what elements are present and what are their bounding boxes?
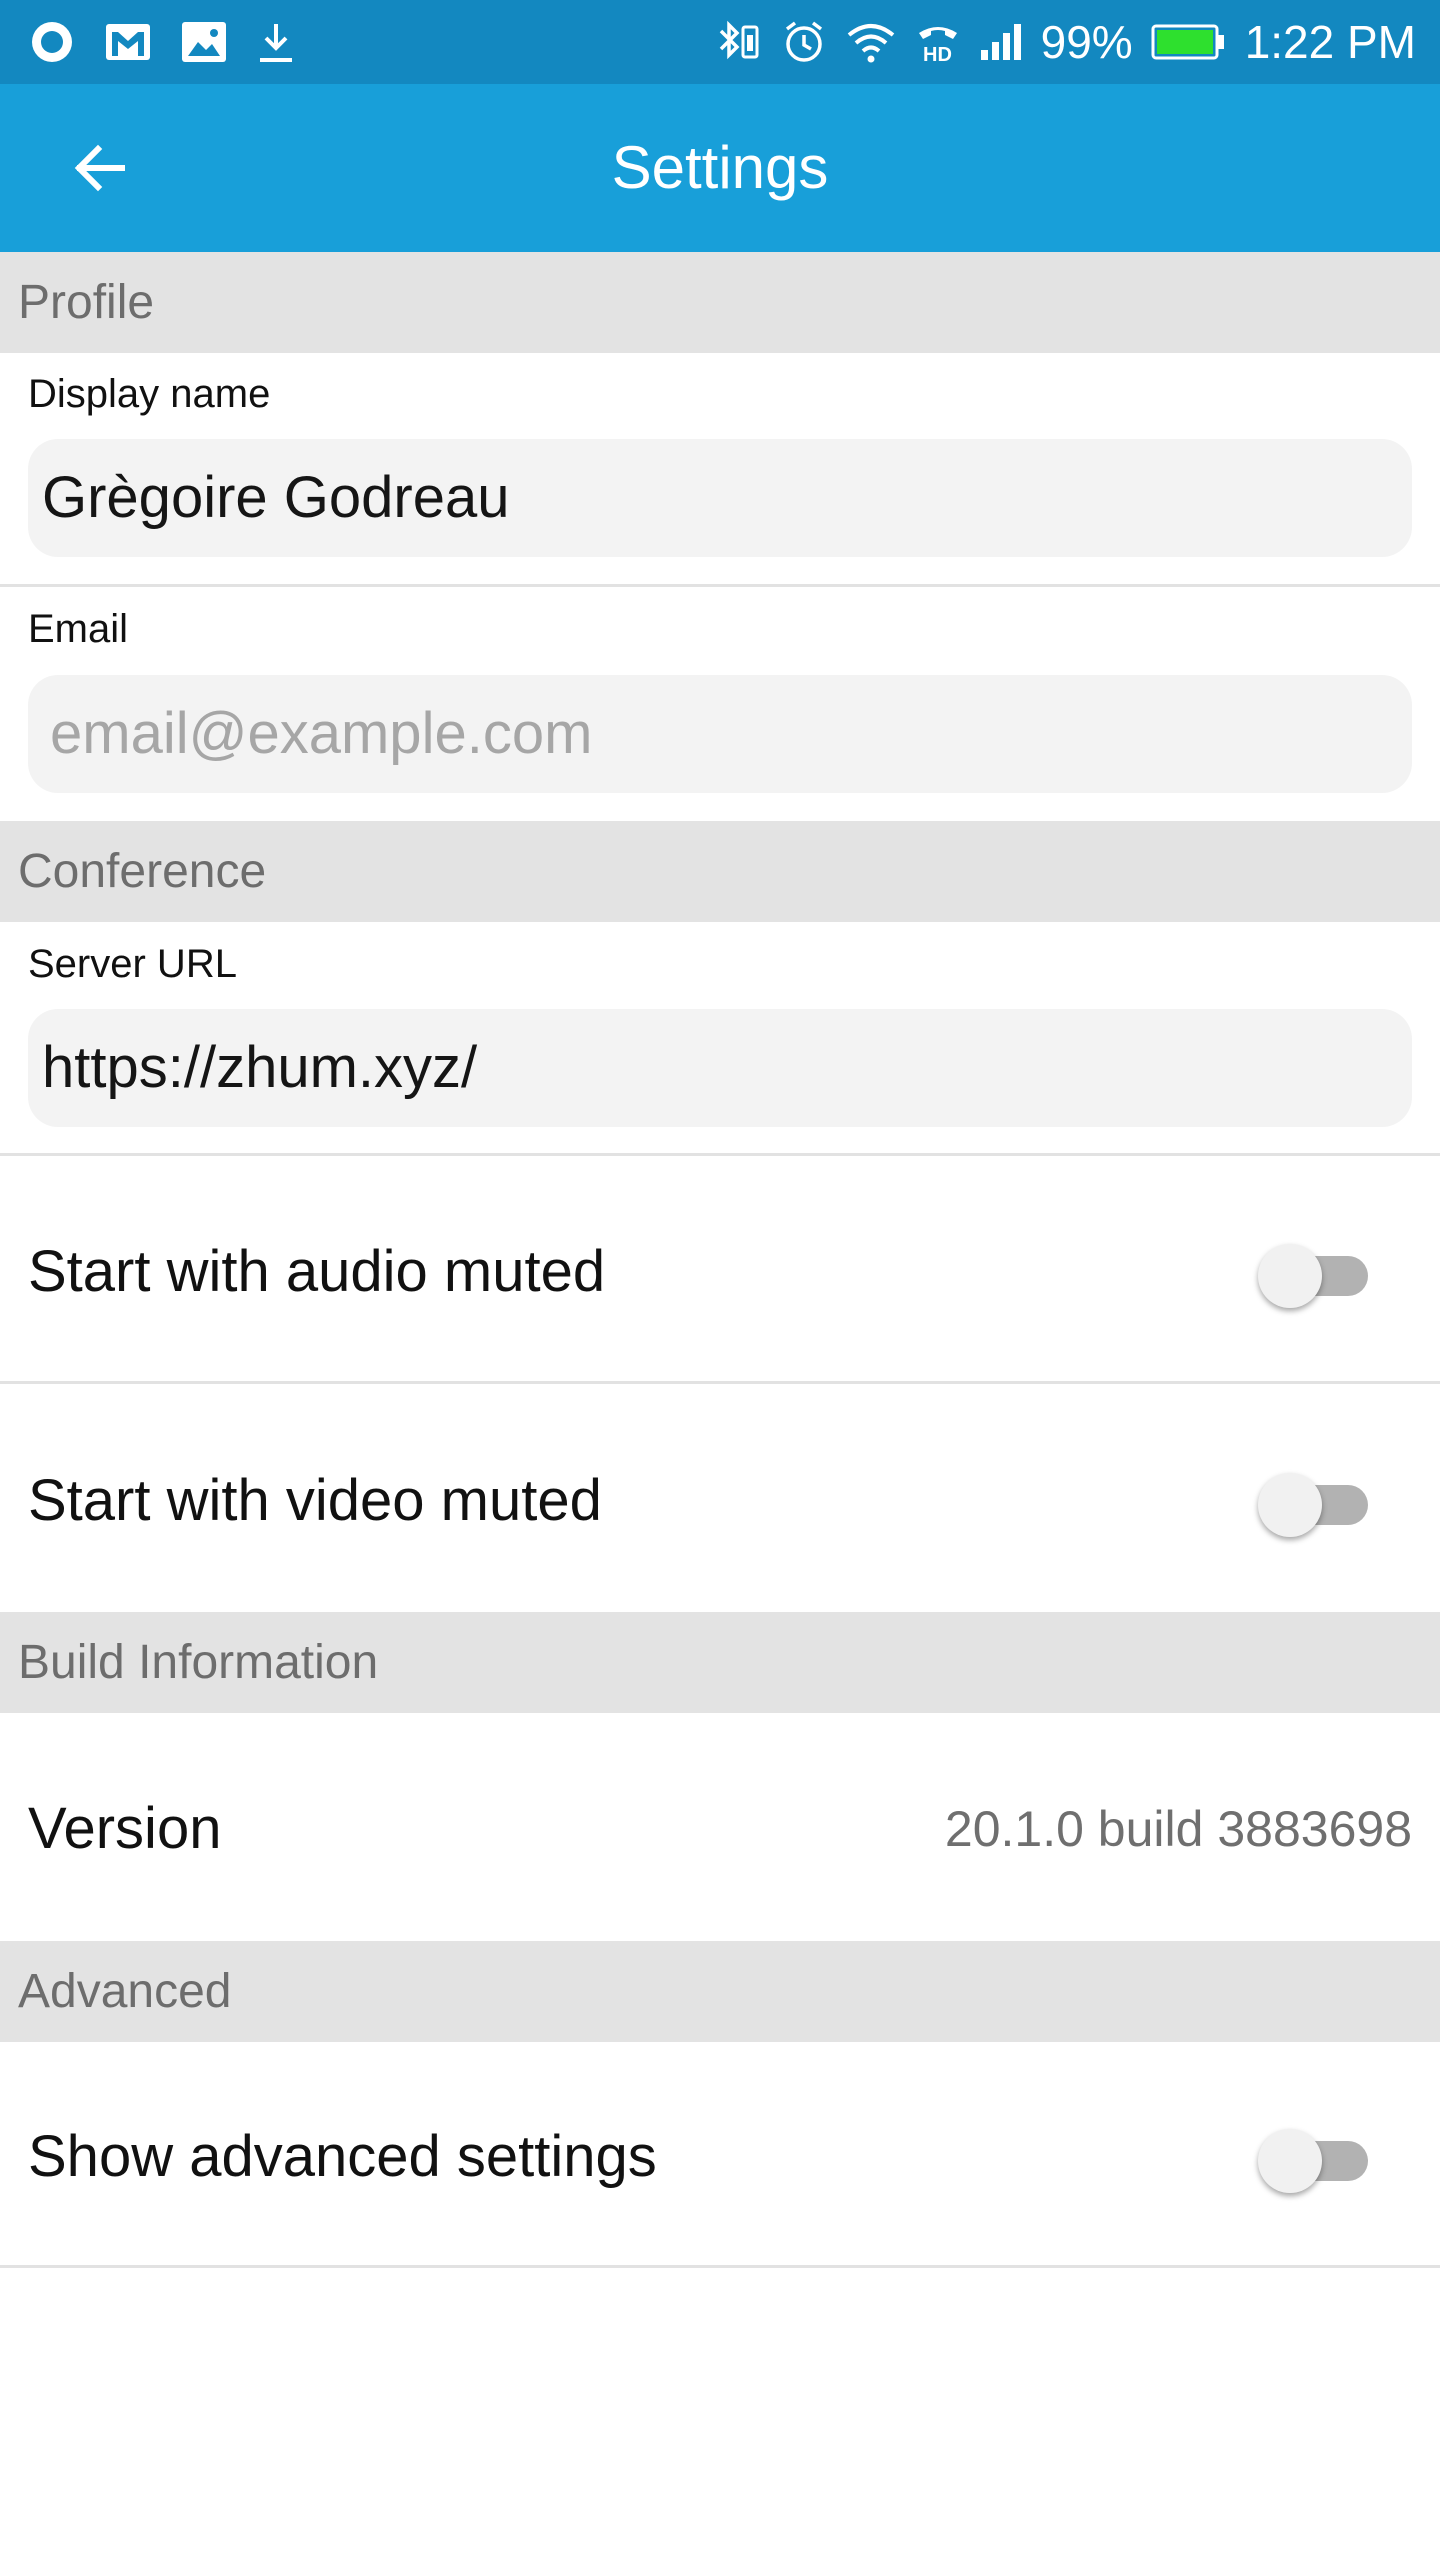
section-header-advanced: Advanced bbox=[0, 1941, 1440, 2042]
video-muted-toggle[interactable] bbox=[1258, 1461, 1378, 1537]
battery-icon bbox=[1151, 22, 1227, 62]
display-name-field[interactable]: Grègoire Godreau bbox=[28, 439, 1412, 557]
divider bbox=[0, 1153, 1440, 1156]
email-field[interactable]: email@example.com bbox=[28, 675, 1412, 793]
show-advanced-toggle[interactable] bbox=[1258, 2117, 1378, 2193]
status-bar: HD 99% 1:22 PM bbox=[0, 0, 1440, 84]
circle-app-icon bbox=[28, 18, 76, 66]
show-advanced-label: Show advanced settings bbox=[28, 2124, 657, 2189]
gmail-icon bbox=[104, 22, 152, 62]
bluetooth-icon bbox=[711, 17, 763, 67]
divider bbox=[0, 1381, 1440, 1384]
image-icon bbox=[180, 20, 228, 64]
display-name-label: Display name bbox=[28, 372, 271, 416]
svg-text:HD: HD bbox=[923, 44, 952, 65]
hd-call-icon: HD bbox=[915, 19, 961, 65]
download-icon bbox=[256, 20, 296, 64]
section-header-profile: Profile bbox=[0, 252, 1440, 353]
status-bar-notifications bbox=[28, 0, 296, 84]
status-bar-system: HD 99% 1:22 PM bbox=[711, 0, 1416, 84]
section-header-build-information: Build Information bbox=[0, 1612, 1440, 1713]
battery-percent: 99% bbox=[1040, 16, 1133, 68]
clock: 1:22 PM bbox=[1244, 16, 1416, 68]
section-header-conference: Conference bbox=[0, 821, 1440, 922]
alarm-icon bbox=[781, 19, 827, 65]
version-label: Version bbox=[28, 1796, 222, 1861]
audio-muted-toggle[interactable] bbox=[1258, 1232, 1378, 1308]
divider bbox=[0, 584, 1440, 587]
version-value: 20.1.0 build 3883698 bbox=[944, 1801, 1412, 1857]
server-url-field[interactable]: https://zhum.xyz/ bbox=[28, 1009, 1412, 1127]
server-url-label: Server URL bbox=[28, 942, 237, 986]
email-label: Email bbox=[28, 607, 129, 651]
divider bbox=[0, 2265, 1440, 2268]
audio-muted-label: Start with audio muted bbox=[28, 1239, 606, 1304]
toggle-thumb bbox=[1258, 2129, 1322, 2193]
app-bar: Settings bbox=[0, 84, 1440, 252]
toggle-thumb bbox=[1258, 1244, 1322, 1308]
signal-icon bbox=[979, 22, 1023, 62]
wifi-icon bbox=[845, 19, 897, 65]
toggle-thumb bbox=[1258, 1473, 1322, 1537]
video-muted-label: Start with video muted bbox=[28, 1468, 602, 1533]
page-title: Settings bbox=[611, 134, 829, 201]
